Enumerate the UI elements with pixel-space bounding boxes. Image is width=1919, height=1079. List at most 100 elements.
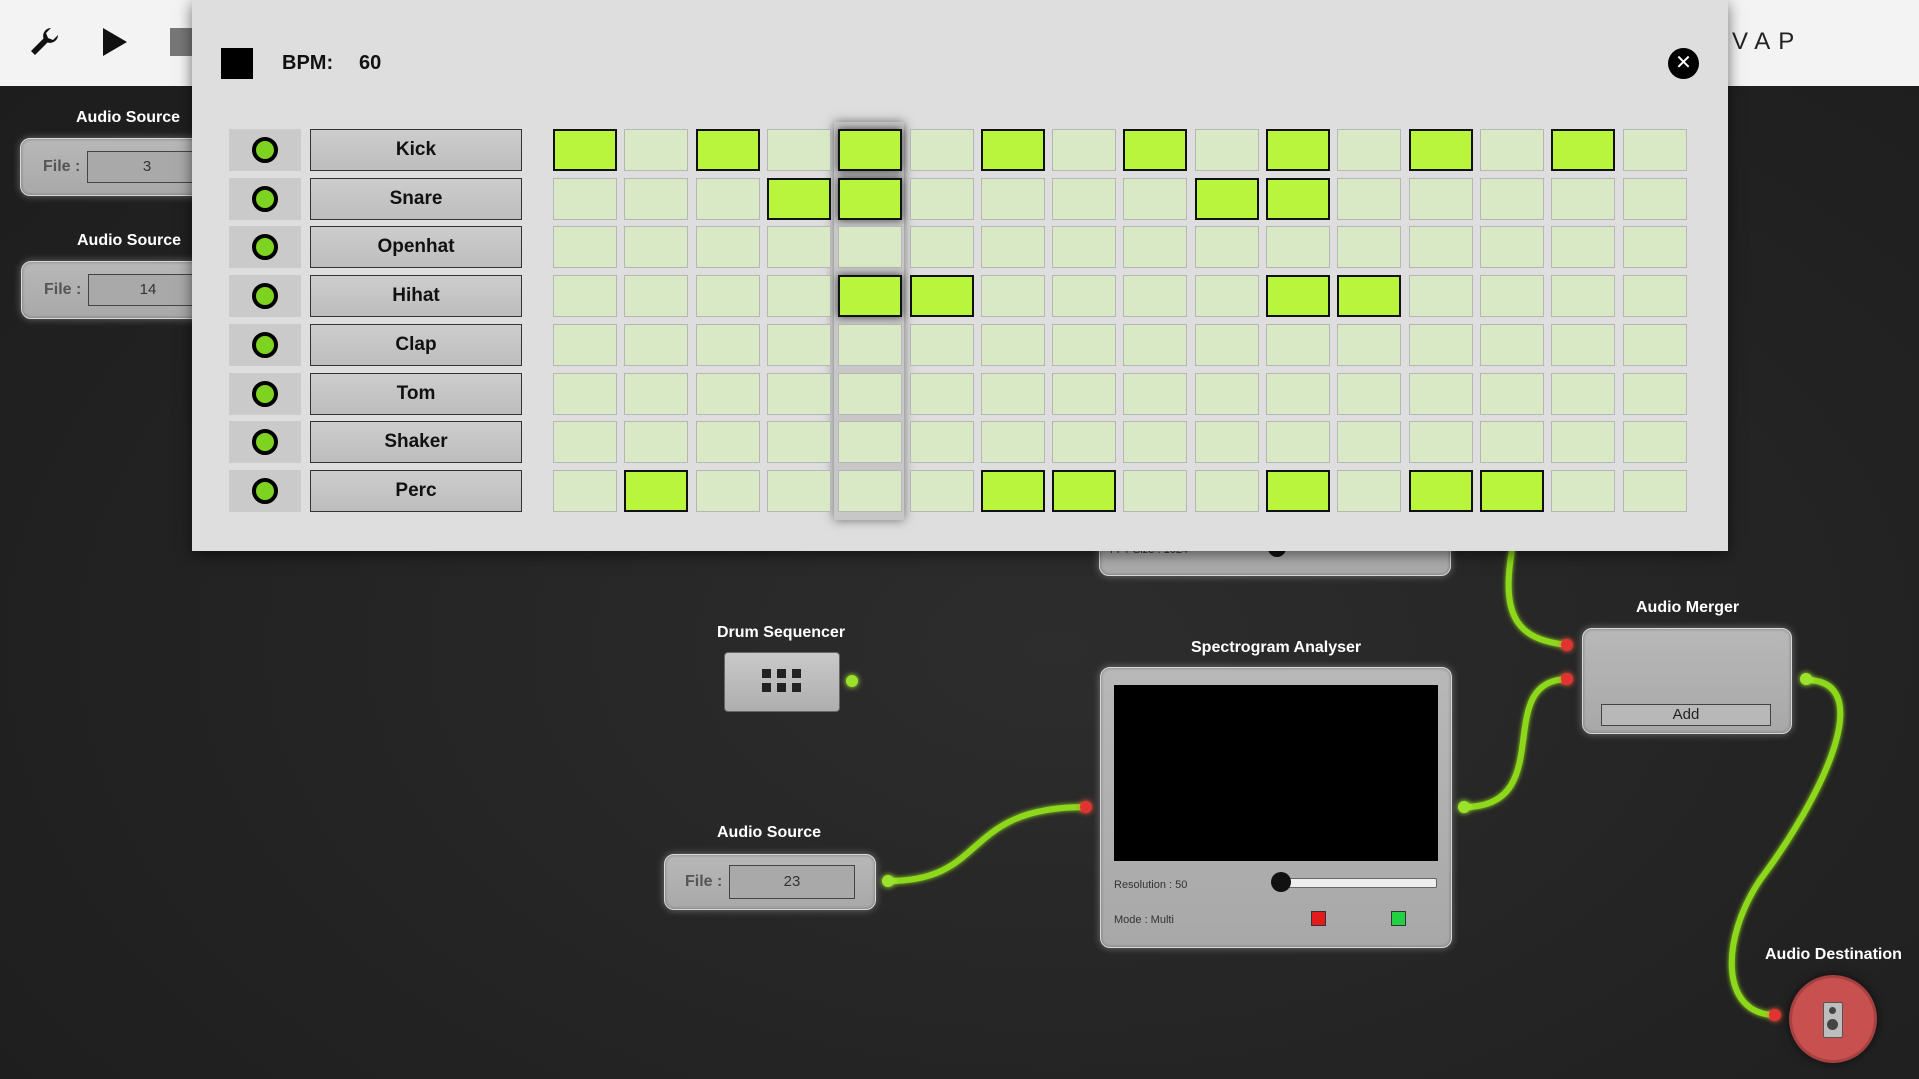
step-cell-active[interactable] <box>624 469 689 512</box>
mode-red-toggle[interactable] <box>1311 911 1326 926</box>
step-cell[interactable] <box>553 372 617 415</box>
step-cell[interactable] <box>1123 323 1188 366</box>
step-cell[interactable] <box>695 421 760 464</box>
step-cell[interactable] <box>624 323 689 366</box>
step-cell[interactable] <box>980 421 1045 464</box>
bpm-value[interactable]: 60 <box>359 52 381 75</box>
drum-sequencer-output-port[interactable] <box>846 675 858 687</box>
step-cell[interactable] <box>1551 372 1616 415</box>
track-mute-toggle[interactable] <box>229 275 301 318</box>
step-cell-active[interactable] <box>1052 469 1117 512</box>
step-cell[interactable] <box>1551 177 1616 220</box>
track-name-button[interactable]: Shaker <box>310 421 522 464</box>
spectrogram-output-port[interactable] <box>1458 801 1470 813</box>
step-cell[interactable] <box>1622 177 1687 220</box>
step-cell[interactable] <box>1479 372 1544 415</box>
track-name-button[interactable]: Openhat <box>310 226 522 269</box>
step-cell[interactable] <box>838 323 903 366</box>
step-cell[interactable] <box>1123 469 1188 512</box>
step-cell[interactable] <box>838 226 903 269</box>
step-cell[interactable] <box>1551 275 1616 318</box>
step-cell[interactable] <box>1052 177 1117 220</box>
file-input[interactable]: 14 <box>88 274 208 306</box>
track-mute-toggle[interactable] <box>229 421 301 464</box>
step-cell[interactable] <box>909 129 974 171</box>
track-mute-toggle[interactable] <box>229 177 301 220</box>
step-cell[interactable] <box>1408 226 1473 269</box>
step-cell[interactable] <box>1622 129 1687 171</box>
step-cell[interactable] <box>1266 226 1330 269</box>
step-cell[interactable] <box>1052 129 1117 171</box>
step-cell[interactable] <box>766 421 831 464</box>
step-cell[interactable] <box>1551 323 1616 366</box>
step-cell[interactable] <box>553 177 617 220</box>
track-mute-toggle[interactable] <box>229 469 301 512</box>
step-cell-active[interactable] <box>1266 469 1330 512</box>
audio-destination-node[interactable] <box>1789 975 1877 1063</box>
file-input[interactable]: 23 <box>729 865 855 899</box>
step-cell[interactable] <box>1337 323 1402 366</box>
audio-source-3-output-port[interactable] <box>882 875 894 887</box>
track-mute-toggle[interactable] <box>229 323 301 366</box>
sequencer-stop-button[interactable] <box>221 48 253 79</box>
step-cell-active[interactable] <box>1123 129 1188 171</box>
step-cell[interactable] <box>1194 372 1259 415</box>
step-cell-active[interactable] <box>838 129 903 171</box>
step-cell[interactable] <box>1052 226 1117 269</box>
step-cell[interactable] <box>766 275 831 318</box>
step-cell[interactable] <box>624 421 689 464</box>
step-cell-active[interactable] <box>695 129 760 171</box>
step-cell-active[interactable] <box>980 129 1045 171</box>
step-cell[interactable] <box>980 226 1045 269</box>
step-cell[interactable] <box>695 226 760 269</box>
step-cell[interactable] <box>1052 372 1117 415</box>
close-icon[interactable]: ✕ <box>1668 48 1699 79</box>
step-cell[interactable] <box>1408 421 1473 464</box>
step-cell-active[interactable] <box>1337 275 1402 318</box>
track-name-button[interactable]: Perc <box>310 469 522 512</box>
mode-green-toggle[interactable] <box>1391 911 1406 926</box>
step-cell[interactable] <box>1123 372 1188 415</box>
spectrogram-node[interactable]: Resolution : 50 Mode : Multi <box>1100 667 1452 948</box>
step-cell-active[interactable] <box>980 469 1045 512</box>
step-cell[interactable] <box>1052 275 1117 318</box>
step-cell[interactable] <box>1622 469 1687 512</box>
step-cell[interactable] <box>1123 421 1188 464</box>
step-cell-active[interactable] <box>766 177 831 220</box>
step-cell[interactable] <box>1123 177 1188 220</box>
step-cell[interactable] <box>909 323 974 366</box>
step-cell[interactable] <box>838 372 903 415</box>
add-input-button[interactable]: Add <box>1601 704 1771 726</box>
file-input[interactable]: 3 <box>87 151 207 183</box>
step-cell[interactable] <box>1337 226 1402 269</box>
step-cell[interactable] <box>1123 226 1188 269</box>
audio-source-3-node[interactable]: File : 23 <box>664 854 876 910</box>
audio-merger-output-port[interactable] <box>1800 673 1812 685</box>
step-cell[interactable] <box>1337 372 1402 415</box>
track-name-button[interactable]: Tom <box>310 372 522 415</box>
step-cell[interactable] <box>1337 129 1402 171</box>
step-cell[interactable] <box>1622 421 1687 464</box>
step-cell[interactable] <box>909 421 974 464</box>
step-cell[interactable] <box>838 469 903 512</box>
step-cell[interactable] <box>695 372 760 415</box>
track-name-button[interactable]: Hihat <box>310 275 522 318</box>
step-cell[interactable] <box>1194 421 1259 464</box>
step-cell[interactable] <box>1551 421 1616 464</box>
step-cell-active[interactable] <box>1551 129 1616 171</box>
step-cell-active[interactable] <box>1266 275 1330 318</box>
step-cell[interactable] <box>980 177 1045 220</box>
step-cell[interactable] <box>1194 226 1259 269</box>
step-cell-active[interactable] <box>1479 469 1544 512</box>
step-cell[interactable] <box>1622 275 1687 318</box>
audio-destination-input-port[interactable] <box>1769 1009 1781 1021</box>
audio-merger-node[interactable]: Add <box>1582 628 1792 734</box>
step-cell[interactable] <box>766 469 831 512</box>
step-cell[interactable] <box>624 372 689 415</box>
step-cell[interactable] <box>1622 323 1687 366</box>
step-cell[interactable] <box>1479 129 1544 171</box>
step-cell-active[interactable] <box>1408 469 1473 512</box>
step-cell-active[interactable] <box>1408 129 1473 171</box>
step-cell[interactable] <box>624 177 689 220</box>
step-cell[interactable] <box>624 275 689 318</box>
